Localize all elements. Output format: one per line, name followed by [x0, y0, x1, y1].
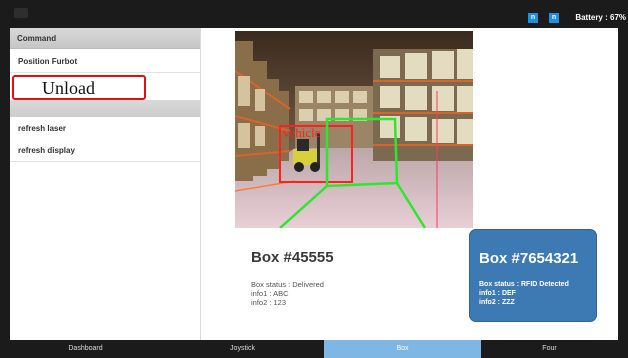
- secondary-box-info2: info2 : ZZZ: [479, 299, 515, 306]
- tab-box[interactable]: Box: [324, 340, 481, 358]
- right-frame: [618, 28, 628, 340]
- sidebar-header: Command: [10, 28, 200, 49]
- tab-four[interactable]: Four: [481, 340, 618, 358]
- warehouse-camera-image: vehicle: [235, 31, 473, 228]
- bottom-tab-bar: Dashboard Joystick Box Four: [0, 340, 628, 358]
- main-panel: vehicle Box #45555 Box status : Delivere…: [201, 28, 618, 340]
- refresh-laser-button[interactable]: refresh laser: [10, 117, 200, 140]
- camera-feed: vehicle: [235, 31, 473, 228]
- unload-button[interactable]: Unload: [12, 75, 146, 100]
- signal-icon: n: [549, 13, 559, 23]
- secondary-box-title: Box #7654321: [479, 250, 579, 267]
- primary-box-info2: info2 : 123: [251, 298, 287, 307]
- sidebar-divider: [10, 100, 200, 117]
- secondary-box-status: Box status : RFID Detected: [479, 281, 569, 288]
- primary-box-info1: info1 : ABC: [251, 289, 289, 298]
- sidebar-header-label: Command: [17, 34, 57, 43]
- secondary-box-card[interactable]: Box #7654321 Box status : RFID Detected …: [469, 229, 597, 322]
- position-furbot-button[interactable]: Position Furbot: [10, 50, 200, 73]
- sidebar-item-label: refresh laser: [18, 124, 67, 133]
- network-icon: n: [528, 13, 538, 23]
- battery-status: Battery : 67%: [575, 13, 626, 22]
- command-sidebar: Command Position Furbot Unload refresh l…: [10, 28, 201, 340]
- tab-joystick[interactable]: Joystick: [161, 340, 324, 358]
- primary-box-title: Box #45555: [251, 249, 334, 266]
- sidebar-item-label: refresh display: [18, 146, 75, 155]
- app-logo-icon: [14, 8, 28, 18]
- refresh-display-button[interactable]: refresh display: [10, 139, 200, 162]
- sidebar-item-label: Position Furbot: [18, 57, 78, 66]
- primary-box-status: Box status : Delivered: [251, 280, 324, 289]
- top-status-bar: n n Battery : 67%: [0, 0, 628, 28]
- tab-dashboard[interactable]: Dashboard: [10, 340, 161, 358]
- secondary-box-info1: info1 : DEF: [479, 290, 516, 297]
- left-frame: [0, 28, 10, 340]
- unload-label: Unload: [42, 78, 95, 98]
- detection-label: vehicle: [283, 125, 321, 140]
